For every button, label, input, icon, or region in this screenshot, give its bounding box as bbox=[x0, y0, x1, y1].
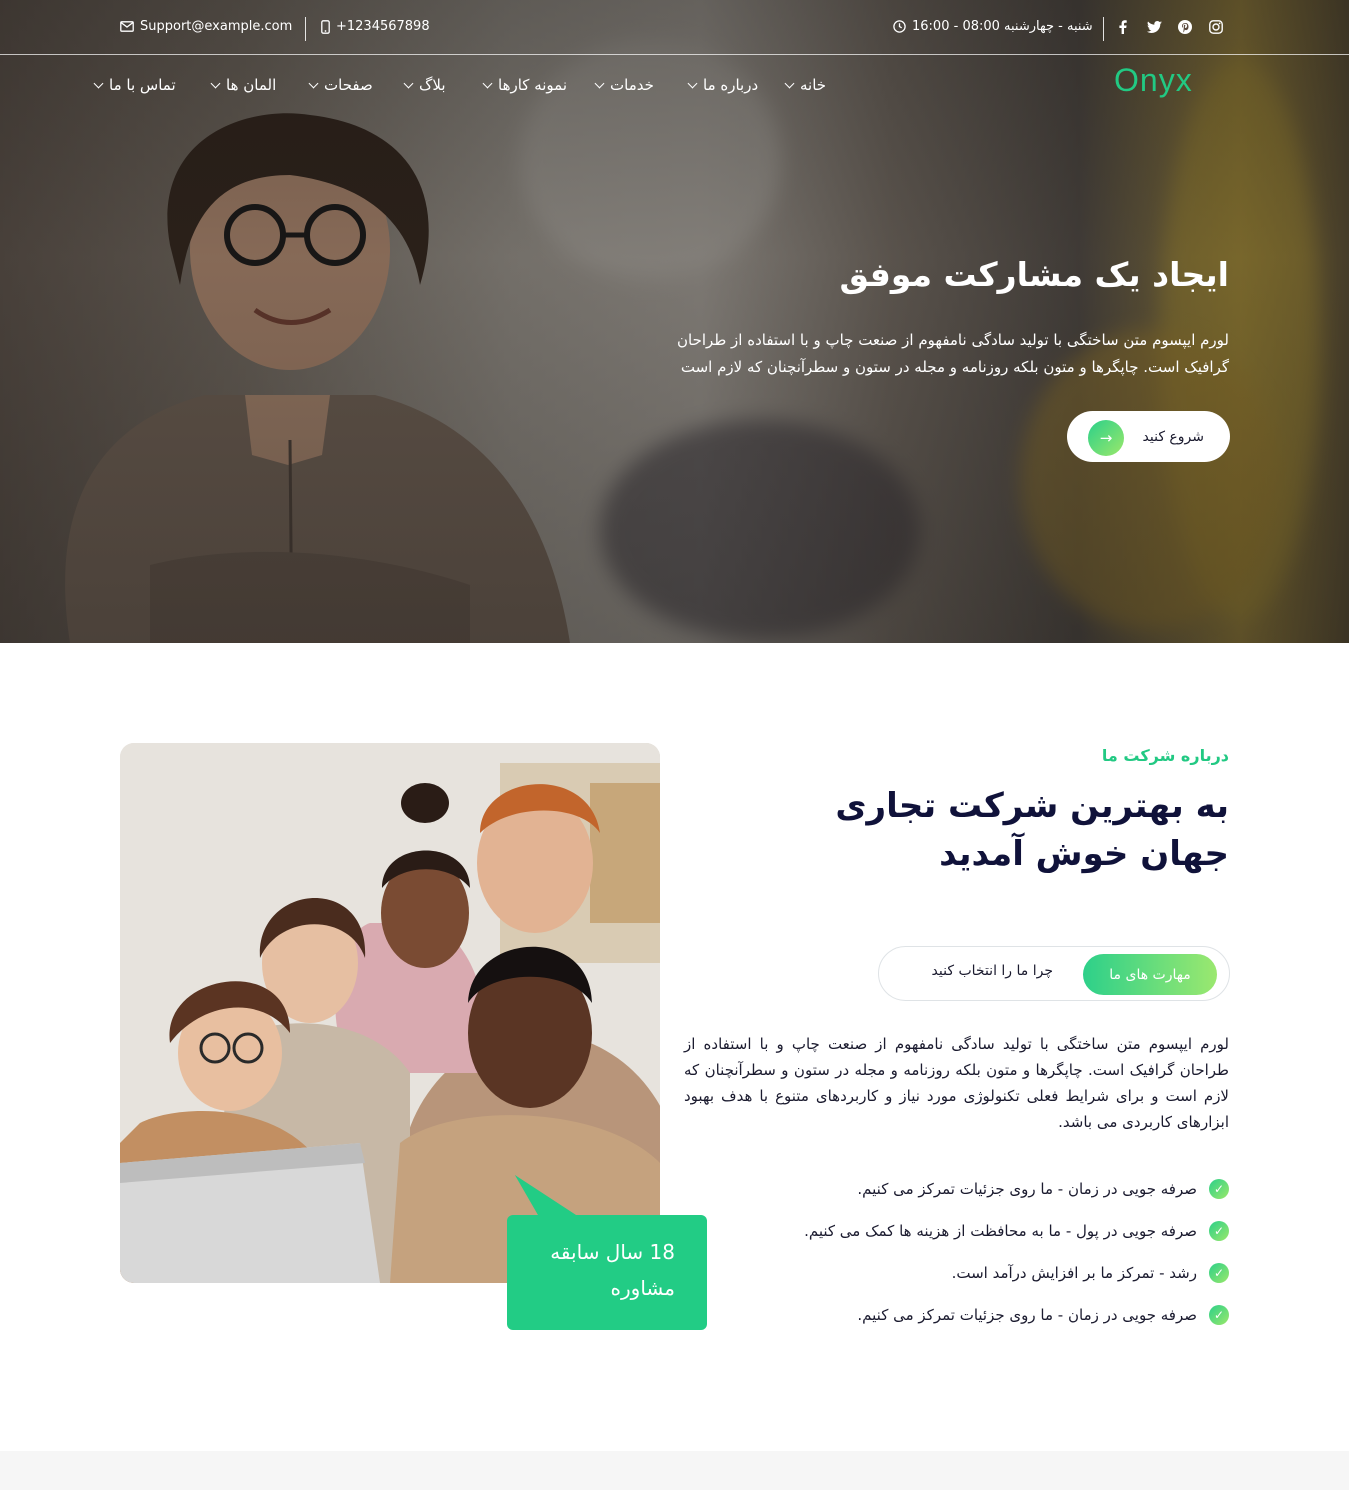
nav-item-home[interactable]: خانه bbox=[784, 76, 827, 94]
list-item: ✓ صرفه جویی در پول - ما به محافظت از هزین… bbox=[804, 1210, 1229, 1252]
hero-description: لورم ایپسوم متن ساختگی با تولید سادگی نا… bbox=[677, 331, 1229, 376]
phone-link[interactable]: +1234567898 bbox=[321, 19, 430, 34]
tab-why-choose-us[interactable]: چرا ما را انتخاب کنید bbox=[932, 963, 1053, 979]
tab-our-skills[interactable]: مهارت های ما bbox=[1083, 954, 1217, 995]
list-item-text: صرفه جویی در زمان - ما روی جزئیات تمرکز … bbox=[857, 1180, 1197, 1198]
nav-item-about[interactable]: درباره ما bbox=[687, 76, 759, 94]
list-item-text: صرفه جویی در پول - ما به محافظت از هزینه… bbox=[804, 1222, 1197, 1240]
nav-item-contact[interactable]: تماس با ما bbox=[93, 76, 176, 94]
nav-item-pages[interactable]: صفحات bbox=[308, 76, 373, 94]
chevron-down-icon bbox=[403, 78, 414, 88]
check-circle-icon: ✓ bbox=[1209, 1221, 1229, 1241]
nav-item-portfolio[interactable]: نمونه کارها bbox=[482, 76, 568, 94]
nav-label: خدمات bbox=[610, 76, 654, 94]
hours-text: شنبه - چهارشنبه 08:00 - 16:00 bbox=[912, 19, 1093, 34]
check-circle-icon: ✓ bbox=[1209, 1305, 1229, 1325]
chevron-down-icon bbox=[308, 78, 319, 88]
list-item: ✓ صرفه جویی در زمان - ما روی جزئیات تمرکز… bbox=[804, 1294, 1229, 1336]
about-title: به بهترین شرکت تجاری جهان خوش آمدید bbox=[835, 786, 1229, 874]
pinterest-icon[interactable] bbox=[1177, 19, 1193, 35]
list-item-text: رشد - تمرکز ما بر افزایش درآمد است. bbox=[951, 1264, 1197, 1282]
topbar-divider-2 bbox=[1103, 17, 1104, 41]
check-circle-icon: ✓ bbox=[1209, 1179, 1229, 1199]
chevron-down-icon bbox=[210, 78, 221, 88]
nav-label: بلاگ bbox=[419, 76, 446, 94]
nav-item-blog[interactable]: بلاگ bbox=[403, 76, 446, 94]
chevron-down-icon bbox=[594, 78, 605, 88]
hero-section: Support@example.com +1234567898 شنبه - چ… bbox=[0, 0, 1349, 643]
chevron-down-icon bbox=[482, 78, 493, 88]
about-tabs: مهارت های ما چرا ما را انتخاب کنید bbox=[878, 946, 1230, 1001]
list-item-text: صرفه جویی در زمان - ما روی جزئیات تمرکز … bbox=[857, 1306, 1197, 1324]
nav-label: صفحات bbox=[324, 76, 373, 94]
nav-item-services[interactable]: خدمات bbox=[594, 76, 654, 94]
topbar-divider bbox=[305, 17, 306, 41]
get-started-label: شروع کنید bbox=[1142, 428, 1204, 445]
nav-label: نمونه کارها bbox=[498, 76, 568, 94]
phone-icon bbox=[321, 19, 330, 34]
chevron-down-icon bbox=[687, 78, 698, 88]
list-item: ✓ رشد - تمرکز ما بر افزایش درآمد است. bbox=[804, 1252, 1229, 1294]
nav-label: تماس با ما bbox=[109, 76, 176, 94]
nav-label: درباره ما bbox=[703, 76, 759, 94]
nav-item-elements[interactable]: المان ها bbox=[210, 76, 277, 94]
clock-icon bbox=[893, 20, 906, 33]
phone-text: +1234567898 bbox=[336, 19, 430, 34]
nav-label: خانه bbox=[800, 76, 827, 94]
arrow-right-icon: → bbox=[1088, 420, 1124, 456]
team-photo bbox=[120, 743, 660, 1283]
get-started-button[interactable]: شروع کنید → bbox=[1067, 411, 1230, 462]
facebook-icon[interactable] bbox=[1115, 19, 1131, 35]
email-link[interactable]: Support@example.com bbox=[120, 19, 292, 34]
feature-list: ✓ صرفه جویی در زمان - ما روی جزئیات تمرکز… bbox=[804, 1168, 1229, 1336]
twitter-icon[interactable] bbox=[1146, 19, 1162, 35]
hero-title: ایجاد یک مشارکت موفق bbox=[839, 255, 1229, 294]
chevron-down-icon bbox=[784, 78, 795, 88]
chevron-down-icon bbox=[93, 78, 104, 88]
site-logo[interactable]: Onyx bbox=[1114, 62, 1193, 99]
section-eyebrow: درباره شرکت ما bbox=[1101, 746, 1229, 765]
nav-label: المان ها bbox=[226, 76, 277, 94]
next-section-strip bbox=[0, 1451, 1349, 1490]
team-illustration bbox=[120, 743, 660, 1283]
mail-icon bbox=[120, 21, 134, 32]
list-item: ✓ صرفه جویی در زمان - ما روی جزئیات تمرکز… bbox=[804, 1168, 1229, 1210]
top-bar: Support@example.com +1234567898 شنبه - چ… bbox=[0, 0, 1349, 55]
email-text: Support@example.com bbox=[140, 19, 293, 34]
instagram-icon[interactable] bbox=[1208, 19, 1224, 35]
about-description: لورم ایپسوم متن ساختگی با تولید سادگی نا… bbox=[684, 1035, 1229, 1131]
check-circle-icon: ✓ bbox=[1209, 1263, 1229, 1283]
experience-badge: 18 سال سابقه مشاوره bbox=[507, 1215, 707, 1330]
working-hours: شنبه - چهارشنبه 08:00 - 16:00 bbox=[893, 19, 1093, 34]
